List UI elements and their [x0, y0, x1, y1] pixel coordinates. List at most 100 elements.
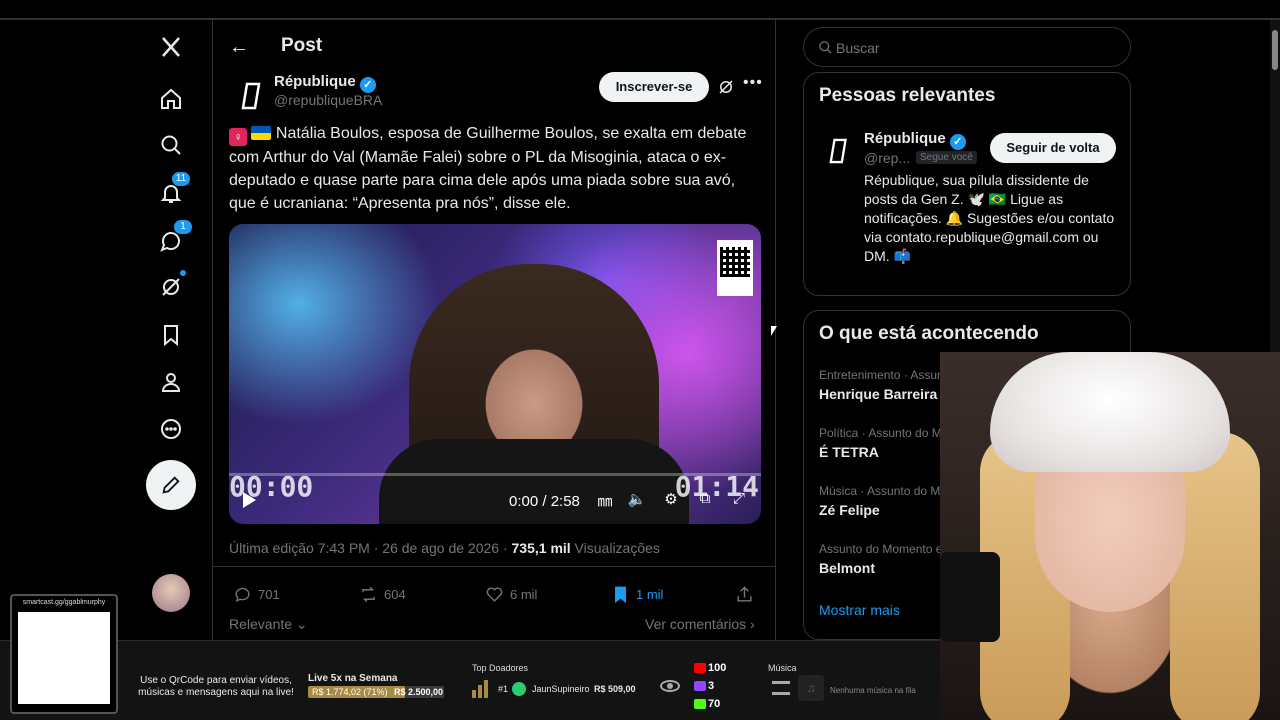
author-name[interactable]: République	[274, 73, 356, 90]
republique-logo-icon	[241, 82, 261, 110]
relevant-bio: République, sua pílula dissidente de pos…	[864, 172, 1115, 264]
post-header: ← Post	[213, 20, 775, 72]
volume-icon[interactable]: 🔈	[627, 490, 647, 510]
video-jacket	[379, 439, 689, 524]
goal-total: R$ 2.500,00	[394, 687, 444, 697]
search-icon[interactable]	[156, 130, 186, 160]
author-name-row[interactable]: République ✓	[274, 73, 376, 93]
follows-you-badge: Segue você	[916, 151, 977, 164]
goal-current: R$ 1.774,02 (71%)	[312, 687, 388, 697]
scrollbar-thumb[interactable]	[1272, 30, 1278, 70]
show-more-link[interactable]: Mostrar mais	[819, 602, 900, 618]
compose-icon	[162, 476, 180, 494]
bookmarks-icon[interactable]	[156, 320, 186, 350]
repost-icon	[362, 586, 375, 603]
share-button[interactable]	[735, 585, 754, 604]
verified-badge-icon: ✓	[359, 77, 376, 93]
music-title: Música	[768, 663, 797, 673]
share-icon	[737, 586, 752, 602]
x-logo-icon[interactable]	[156, 32, 186, 62]
relevant-people-card: Pessoas relevantes République ✓ @rep... S…	[803, 72, 1131, 296]
post-meta: Última edição 7:43 PM · 26 de ago de 202…	[229, 540, 660, 556]
home-icon[interactable]	[156, 84, 186, 114]
streamer-webcam	[940, 352, 1280, 720]
search-box[interactable]: Buscar	[803, 27, 1131, 67]
more-options-icon[interactable]	[156, 414, 186, 444]
ukraine-flag-icon	[251, 126, 272, 140]
settings-gear-icon[interactable]: ⚙	[661, 490, 681, 510]
account-avatar[interactable]	[152, 574, 190, 612]
bookmark-count: 1 mil	[636, 587, 664, 602]
play-icon[interactable]	[243, 492, 256, 508]
trend-name[interactable]: Zé Felipe	[819, 502, 880, 518]
views-label: Visualizações	[570, 540, 660, 556]
repost-count: 604	[384, 587, 406, 602]
webcam-hair-right	[1170, 432, 1260, 720]
relevant-name[interactable]: République	[864, 130, 946, 147]
views-count: 735,1 mil	[511, 540, 571, 556]
author-handle[interactable]: @republiqueBRA	[274, 92, 382, 108]
replies-sort-dropdown[interactable]: Relevante ⌄	[229, 616, 308, 633]
republique-logo-icon	[829, 138, 847, 164]
stream-overlay-bar: Use o QrCode para enviar vídeos, músicas…	[0, 640, 940, 720]
repost-button[interactable]: 604	[359, 585, 406, 604]
grok-explain-icon[interactable]	[717, 78, 735, 96]
reply-button[interactable]: 701	[233, 585, 280, 604]
like-button[interactable]: 6 mil	[485, 585, 537, 604]
top-donors-title: Top Doadores	[472, 663, 529, 673]
relevant-avatar[interactable]	[820, 131, 860, 171]
music-now-playing: Nenhuma música na fila	[830, 686, 916, 695]
twitch-viewers: 3	[708, 680, 715, 692]
heart-icon	[486, 587, 503, 602]
trend-name[interactable]: Henrique Barreira	[819, 386, 937, 402]
captions-icon[interactable]: ㎜	[595, 490, 615, 510]
video-progress-bar[interactable]	[229, 473, 761, 476]
post-more-icon[interactable]: •••	[743, 74, 763, 92]
reply-icon	[235, 587, 250, 603]
relevant-people-title: Pessoas relevantes	[819, 85, 996, 106]
chevron-right-icon: ›	[746, 616, 755, 632]
playlist-icon	[772, 681, 790, 695]
reply-count: 701	[258, 587, 280, 602]
youtube-viewers: 100	[708, 662, 727, 674]
webcam-microphone	[940, 552, 1000, 642]
author-avatar[interactable]	[233, 76, 273, 116]
back-arrow-icon[interactable]: ←	[229, 36, 249, 59]
compose-post-button[interactable]	[146, 460, 196, 510]
mouse-cursor	[771, 326, 777, 336]
notifications-badge: 11	[172, 172, 190, 186]
subscribe-button[interactable]: Inscrever-se	[599, 72, 709, 102]
donation-qr-box: smartcast.gg/ggablmurphy	[10, 594, 118, 714]
grok-icon[interactable]	[156, 270, 186, 302]
video-time: 0:00 / 2:58	[509, 493, 580, 510]
profile-icon[interactable]	[156, 367, 186, 397]
video-player[interactable]: 00:00 01:14 0:00 / 2:58 ㎜ 🔈 ⚙ ⧉ ⤢	[229, 224, 761, 524]
post-edited-timestamp[interactable]: Última edição 7:43 PM · 26 de ago de 202…	[229, 540, 512, 556]
chevron-down-icon: ⌄	[292, 616, 308, 632]
twitch-icon	[694, 681, 706, 691]
bookmark-filled-icon	[615, 586, 626, 604]
relevant-handle[interactable]: @rep...	[864, 150, 910, 166]
trend-name[interactable]: Belmont	[819, 560, 875, 576]
page-title: Post	[281, 35, 323, 56]
follow-back-button[interactable]: Seguir de volta	[990, 133, 1116, 163]
goal-title: Live 5x na Semana	[308, 673, 398, 684]
messages-icon[interactable]: 1	[156, 220, 192, 256]
search-placeholder: Buscar	[836, 40, 880, 56]
search-icon	[819, 41, 832, 54]
grok-dot	[180, 270, 186, 276]
donor-name: JaunSupineiro	[532, 684, 590, 694]
relevant-name-row[interactable]: République ✓	[864, 130, 966, 150]
notifications-icon[interactable]: 11	[156, 172, 190, 208]
browser-top-strip	[0, 0, 1280, 20]
trend-name[interactable]: É TETRA	[819, 444, 879, 460]
ranking-bars-icon	[472, 678, 492, 698]
view-comments-link[interactable]: Ver comentários ›	[645, 616, 755, 632]
picture-in-picture-icon[interactable]: ⧉	[695, 490, 715, 510]
webcam-hat	[990, 352, 1230, 472]
kick-icon	[694, 699, 706, 709]
woman-symbol-icon: ♀	[229, 128, 247, 146]
fullscreen-icon[interactable]: ⤢	[729, 490, 749, 510]
youtube-icon	[694, 663, 706, 673]
bookmark-button[interactable]: 1 mil	[611, 585, 663, 604]
